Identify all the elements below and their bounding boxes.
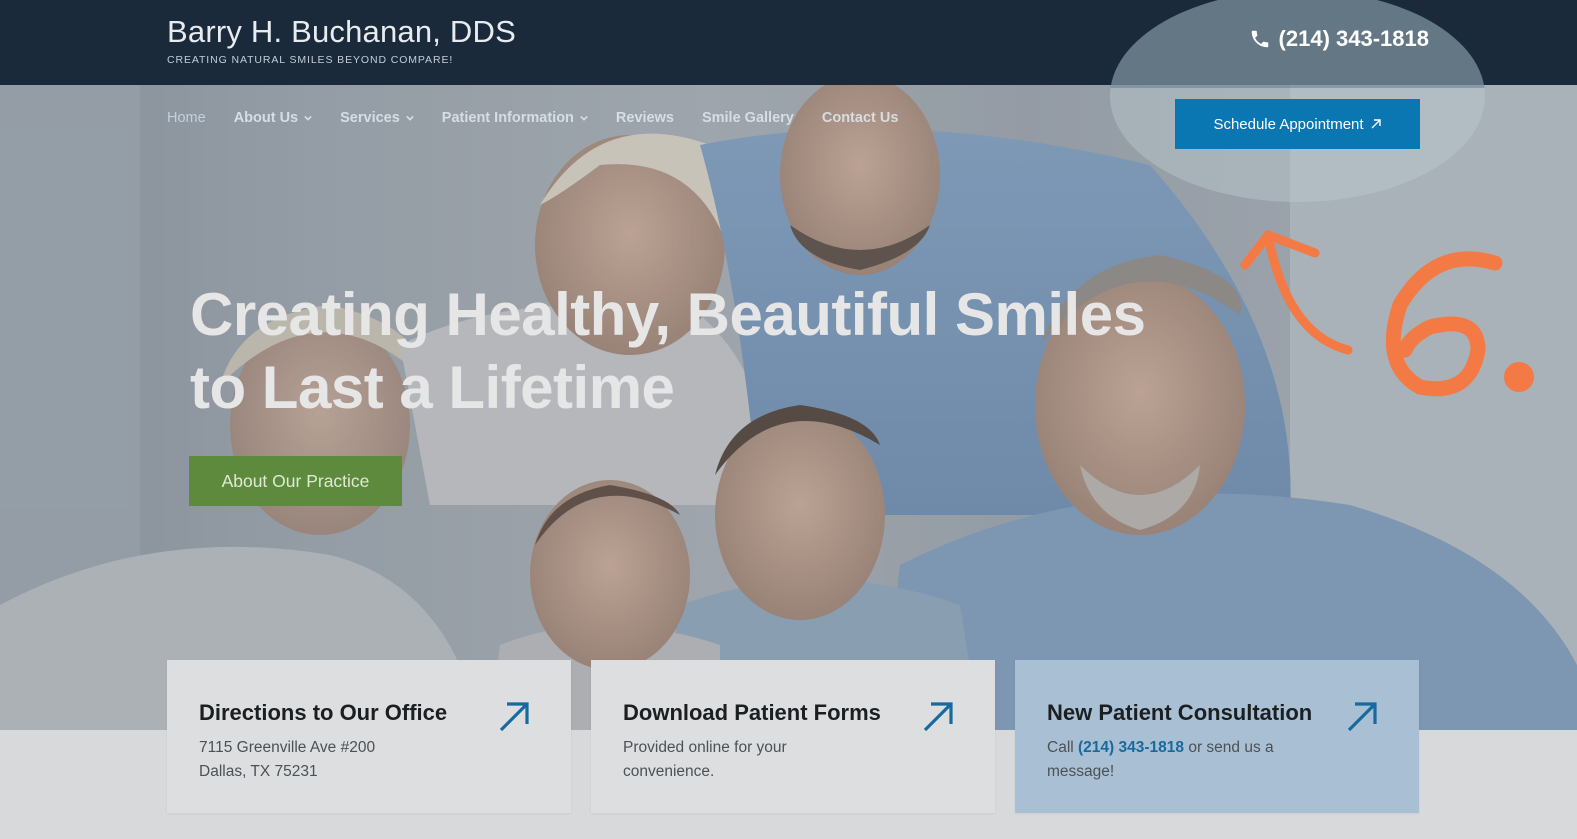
schedule-appointment-button[interactable]: Schedule Appointment (1175, 99, 1420, 149)
nav-item-label: Services (340, 110, 400, 126)
numeral-dot (1504, 362, 1534, 392)
nav-item-label: Patient Information (441, 110, 574, 126)
about-our-practice-label: About Our Practice (221, 470, 370, 491)
card-new-patient-consultation[interactable]: New Patient Consultation Call (214) 343-… (1015, 660, 1419, 813)
header-phone-link[interactable]: (214) 343-1818 (1249, 26, 1429, 52)
card-text: 7115 Greenville Ave #200 Dallas, TX 7523… (199, 736, 489, 784)
nav-item-label: Smile Gallery (701, 110, 794, 126)
arrow-up-right-icon (1371, 119, 1381, 129)
chevron-down-icon (406, 115, 414, 121)
nav-item-services[interactable]: Services (340, 110, 414, 126)
hero-headline: Creating Healthy, Beautiful Smiles to La… (190, 278, 1170, 424)
brand-tagline: CREATING NATURAL SMILES BEYOND COMPARE! (167, 54, 454, 66)
nav-item-patient-information[interactable]: Patient Information (442, 110, 588, 126)
arrow-up-right-icon[interactable] (1345, 700, 1379, 734)
nav-item-smile-gallery[interactable]: Smile Gallery (702, 110, 794, 126)
nav-item-label: Contact Us (821, 110, 899, 126)
nav-item-label: Reviews (615, 110, 674, 126)
card-patient-forms[interactable]: Download Patient Forms Provided online f… (591, 660, 995, 813)
info-cards: Directions to Our Office 7115 Greenville… (167, 660, 1419, 813)
nav-item-about-us[interactable]: About Us (234, 110, 312, 126)
nav-item-reviews[interactable]: Reviews (616, 110, 674, 126)
card-text: Call (214) 343-1818 or send us a message… (1047, 736, 1337, 784)
handwritten-step-annotation: 6. (1230, 215, 1534, 397)
nav-item-label: Home (167, 110, 206, 126)
card-text: Provided online for your convenience. (623, 736, 913, 784)
chevron-down-icon (304, 115, 312, 121)
brand-name[interactable]: Barry H. Buchanan, DDS (167, 14, 516, 50)
arrow-up-right-icon[interactable] (497, 700, 531, 734)
card-text-post: or send us a (1184, 739, 1274, 756)
chevron-down-icon (580, 115, 588, 121)
hero-headline-line1: Creating Healthy, Beautiful Smiles (190, 281, 1146, 348)
card-text-pre: Call (1047, 739, 1079, 756)
nav-item-contact-us[interactable]: Contact Us (822, 110, 899, 126)
card-text-line1: Provided online for your (623, 739, 787, 756)
curved-arrow-icon (1240, 230, 1353, 355)
header-phone-number: (214) 343-1818 (1278, 26, 1429, 51)
main-nav: Home About Us Services Patient Informati… (167, 110, 898, 126)
numeral-six (1385, 251, 1503, 397)
card-text-line2: message! (1047, 763, 1115, 780)
phone-icon (1251, 30, 1268, 48)
card-phone-link[interactable]: (214) 343-1818 (1078, 739, 1184, 756)
card-text-line2: convenience. (623, 763, 715, 780)
arrow-up-right-icon[interactable] (921, 700, 955, 734)
card-directions[interactable]: Directions to Our Office 7115 Greenville… (167, 660, 571, 813)
about-our-practice-button[interactable]: About Our Practice (189, 456, 402, 506)
card-address-line2: Dallas, TX 75231 (199, 763, 318, 780)
nav-item-home[interactable]: Home (167, 110, 206, 126)
schedule-appointment-label: Schedule Appointment (1213, 115, 1364, 133)
annotation-label: 6. (1230, 215, 1232, 216)
hero-headline-line2: to Last a Lifetime (190, 354, 675, 421)
card-address-line1: 7115 Greenville Ave #200 (199, 739, 376, 756)
nav-item-label: About Us (233, 110, 299, 126)
